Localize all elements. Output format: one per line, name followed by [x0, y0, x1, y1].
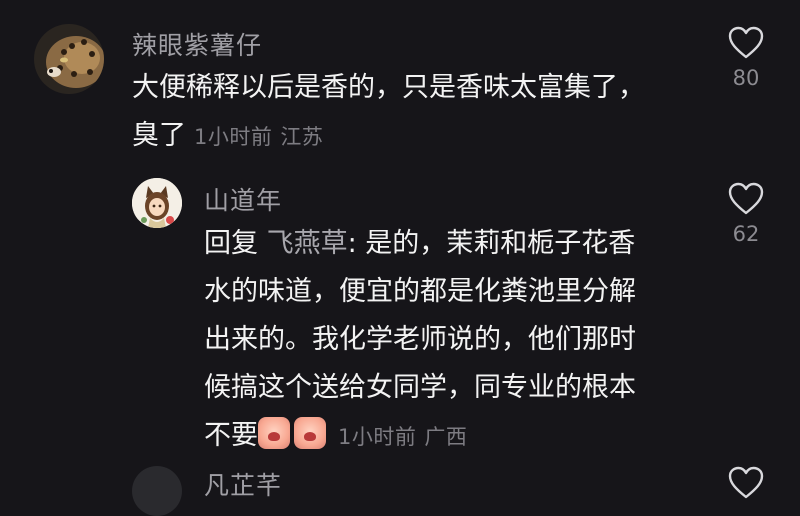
reply-text-line: 出来的。我化学老师说的，他们那时 — [204, 324, 636, 355]
like-button[interactable]: 62 — [716, 182, 776, 246]
reply-text-line: 不要 1小时前 广西 — [204, 412, 704, 461]
like-count: 62 — [732, 222, 760, 246]
heart-icon — [728, 466, 764, 499]
leopard-avatar[interactable] — [34, 24, 104, 94]
reply-username[interactable]: 山道年 — [204, 181, 282, 217]
comment-time: 1小时前 — [194, 125, 273, 149]
reply-text-line: 水的味道，便宜的都是化粪池里分解 — [204, 276, 636, 307]
comment-location: 江苏 — [280, 125, 324, 149]
reply-location: 广西 — [424, 425, 468, 449]
reply-time: 1小时前 — [338, 425, 417, 449]
comment-username[interactable]: 凡芷芊 — [204, 466, 282, 502]
like-count: 80 — [732, 66, 760, 90]
comment-text-line2: 臭了 — [132, 120, 186, 151]
like-button[interactable]: 80 — [716, 26, 776, 90]
comment-text: 大便稀释以后是香的，只是香味太富集了， 臭了 1小时前 江苏 — [132, 64, 712, 161]
crying-face-emoji — [294, 417, 326, 449]
reply-text-line: 候搞这个送给女同学，同专业的根本 — [204, 372, 636, 403]
anime-girl-avatar[interactable] — [132, 178, 182, 228]
heart-icon — [728, 182, 764, 215]
reply-target-username[interactable]: 飞燕草 — [267, 228, 348, 259]
reply-text: 回复 飞燕草: 是的，茉莉和栀子花香 水的味道，便宜的都是化粪池里分解 出来的。… — [204, 220, 704, 461]
reply-prefix: 回复 — [204, 228, 258, 259]
reply-text-line: 回复 飞燕草: 是的，茉莉和栀子花香 — [204, 220, 704, 268]
comment-username[interactable]: 辣眼紫薯仔 — [132, 26, 262, 62]
reply-text-line5: 不要 — [204, 420, 258, 451]
like-button[interactable] — [716, 466, 776, 500]
comment-text-line: 大便稀释以后是香的，只是香味太富集了， — [132, 72, 645, 103]
crying-face-emoji — [258, 417, 290, 449]
reply-text-first: : 是的，茉莉和栀子花香 — [347, 228, 636, 259]
user-avatar[interactable] — [132, 466, 182, 516]
comment-text-line: 臭了 1小时前 江苏 — [132, 112, 712, 161]
heart-icon — [728, 26, 764, 59]
